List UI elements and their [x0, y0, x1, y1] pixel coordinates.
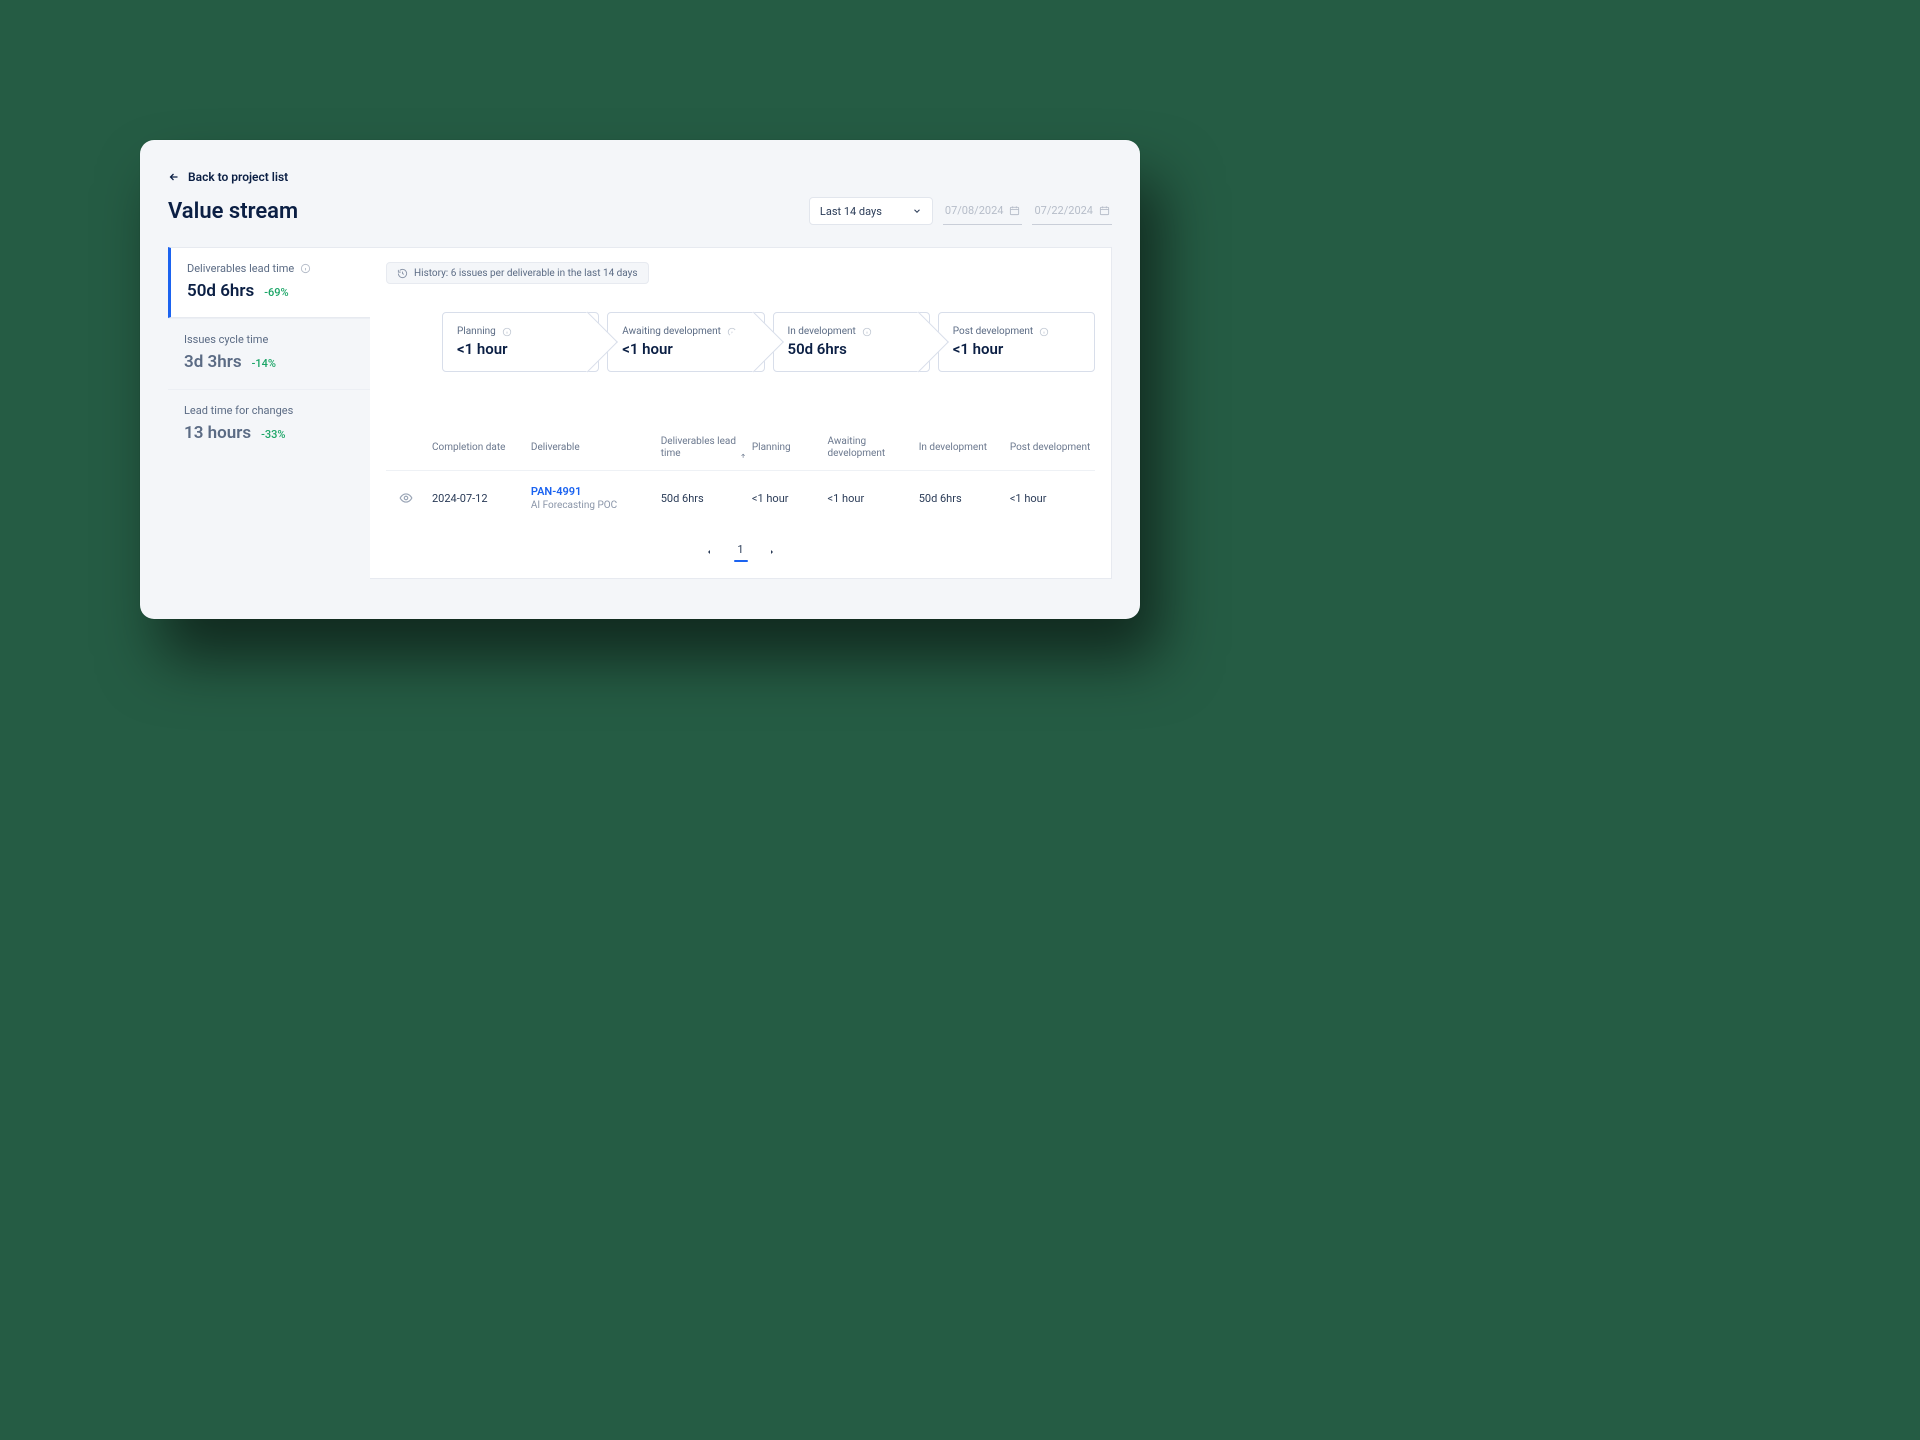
table-head: Completion date Deliverable Deliverables…	[386, 428, 1095, 470]
content-columns: Deliverables lead time 50d 6hrs -69% Iss…	[168, 247, 1112, 579]
cell-in-dev: 50d 6hrs	[919, 492, 1004, 505]
end-date-field[interactable]: 07/22/2024	[1032, 197, 1112, 225]
stage-value: <1 hour	[622, 340, 743, 358]
header-controls: Last 14 days 07/08/2024 07/22/2024	[809, 197, 1112, 225]
arrow-left-icon	[168, 171, 180, 183]
col-label: Deliverables lead time	[661, 436, 737, 460]
table-row[interactable]: 2024-07-12 PAN-4991 AI Forecasting POC 5…	[386, 470, 1095, 525]
col-deliverable[interactable]: Deliverable	[531, 442, 655, 454]
metric-label-text: Issues cycle time	[184, 333, 268, 346]
date-range-label: Last 14 days	[820, 205, 882, 218]
stage-value: <1 hour	[953, 340, 1074, 358]
col-planning[interactable]: Planning	[752, 442, 822, 454]
page-next-button[interactable]	[768, 548, 776, 556]
stage-value: <1 hour	[457, 340, 578, 358]
metric-label: Lead time for changes	[184, 404, 354, 417]
metric-value: 13 hours	[184, 423, 251, 443]
metric-deliverables-lead-time[interactable]: Deliverables lead time 50d 6hrs -69%	[168, 247, 370, 318]
stage-value: 50d 6hrs	[788, 340, 909, 358]
metric-delta: -69%	[264, 286, 288, 299]
metric-label-text: Deliverables lead time	[187, 262, 294, 275]
row-visibility-toggle[interactable]	[386, 491, 426, 505]
pagination: 1	[386, 543, 1095, 560]
history-icon	[397, 268, 408, 279]
end-date-value: 07/22/2024	[1034, 204, 1093, 217]
page-title: Value stream	[168, 199, 298, 224]
sort-asc-icon	[740, 452, 746, 460]
eye-icon	[399, 491, 413, 505]
col-in-development[interactable]: In development	[919, 442, 1004, 454]
history-note-text: History: 6 issues per deliverable in the…	[414, 268, 638, 279]
app-window: Back to project list Value stream Last 1…	[140, 140, 1140, 619]
cell-deliverable[interactable]: PAN-4991 AI Forecasting POC	[531, 485, 655, 511]
metric-value-row: 50d 6hrs -69%	[187, 281, 354, 301]
stage-awaiting-development: Awaiting development <1 hour	[607, 312, 764, 372]
date-range-dropdown[interactable]: Last 14 days	[809, 197, 933, 225]
current-page[interactable]: 1	[737, 543, 743, 560]
deliverables-table: Completion date Deliverable Deliverables…	[386, 428, 1095, 525]
metric-lead-time-for-changes[interactable]: Lead time for changes 13 hours -33%	[168, 389, 370, 460]
metric-issues-cycle-time[interactable]: Issues cycle time 3d 3hrs -14%	[168, 318, 370, 389]
col-deliverables-lead-time[interactable]: Deliverables lead time	[661, 436, 746, 460]
stage-label-text: Post development	[953, 326, 1033, 338]
deliverable-name: AI Forecasting POC	[531, 500, 655, 511]
calendar-icon	[1009, 205, 1020, 216]
metric-value-row: 3d 3hrs -14%	[184, 352, 354, 372]
start-date-value: 07/08/2024	[945, 204, 1004, 217]
metric-delta: -14%	[252, 357, 276, 370]
metrics-list: Deliverables lead time 50d 6hrs -69% Iss…	[168, 247, 370, 579]
stage-planning: Planning <1 hour	[442, 312, 599, 372]
deliverable-id: PAN-4991	[531, 485, 655, 498]
page-prev-button[interactable]	[705, 548, 713, 556]
metric-label: Deliverables lead time	[187, 262, 354, 275]
info-icon	[300, 263, 311, 274]
stage-label-text: Planning	[457, 326, 496, 338]
stage-label: Planning	[457, 326, 578, 338]
history-note: History: 6 issues per deliverable in the…	[386, 262, 649, 284]
stage-label-text: Awaiting development	[622, 326, 721, 338]
info-icon	[502, 327, 512, 337]
metric-label-text: Lead time for changes	[184, 404, 293, 417]
stage-label-text: In development	[788, 326, 856, 338]
cell-planning: <1 hour	[752, 492, 822, 505]
col-awaiting-development[interactable]: Awaiting development	[828, 436, 913, 460]
stage-flow: Planning <1 hour Awaiting development <1…	[442, 312, 1095, 372]
stage-post-development: Post development <1 hour	[938, 312, 1095, 372]
cell-awaiting-dev: <1 hour	[828, 492, 913, 505]
cell-post-dev: <1 hour	[1010, 492, 1095, 505]
stage-label: Post development	[953, 326, 1074, 338]
info-icon	[1039, 327, 1049, 337]
info-icon	[727, 327, 737, 337]
cell-completion-date: 2024-07-12	[432, 492, 525, 505]
cell-lead-time: 50d 6hrs	[661, 492, 746, 505]
stage-label: In development	[788, 326, 909, 338]
col-post-development[interactable]: Post development	[1010, 442, 1095, 454]
metric-label: Issues cycle time	[184, 333, 354, 346]
start-date-field[interactable]: 07/08/2024	[943, 197, 1023, 225]
stage-label: Awaiting development	[622, 326, 743, 338]
metric-value: 50d 6hrs	[187, 281, 254, 301]
metric-value-row: 13 hours -33%	[184, 423, 354, 443]
stage-in-development: In development 50d 6hrs	[773, 312, 930, 372]
chevron-down-icon	[912, 206, 922, 216]
back-link-label: Back to project list	[188, 170, 288, 184]
metric-value: 3d 3hrs	[184, 352, 242, 372]
main-panel: History: 6 issues per deliverable in the…	[370, 247, 1112, 579]
metric-delta: -33%	[261, 428, 285, 441]
col-completion-date[interactable]: Completion date	[432, 442, 525, 454]
info-icon	[862, 327, 872, 337]
calendar-icon	[1099, 205, 1110, 216]
back-to-project-list-link[interactable]: Back to project list	[168, 170, 288, 184]
page-header: Value stream Last 14 days 07/08/2024 07/…	[168, 197, 1112, 225]
